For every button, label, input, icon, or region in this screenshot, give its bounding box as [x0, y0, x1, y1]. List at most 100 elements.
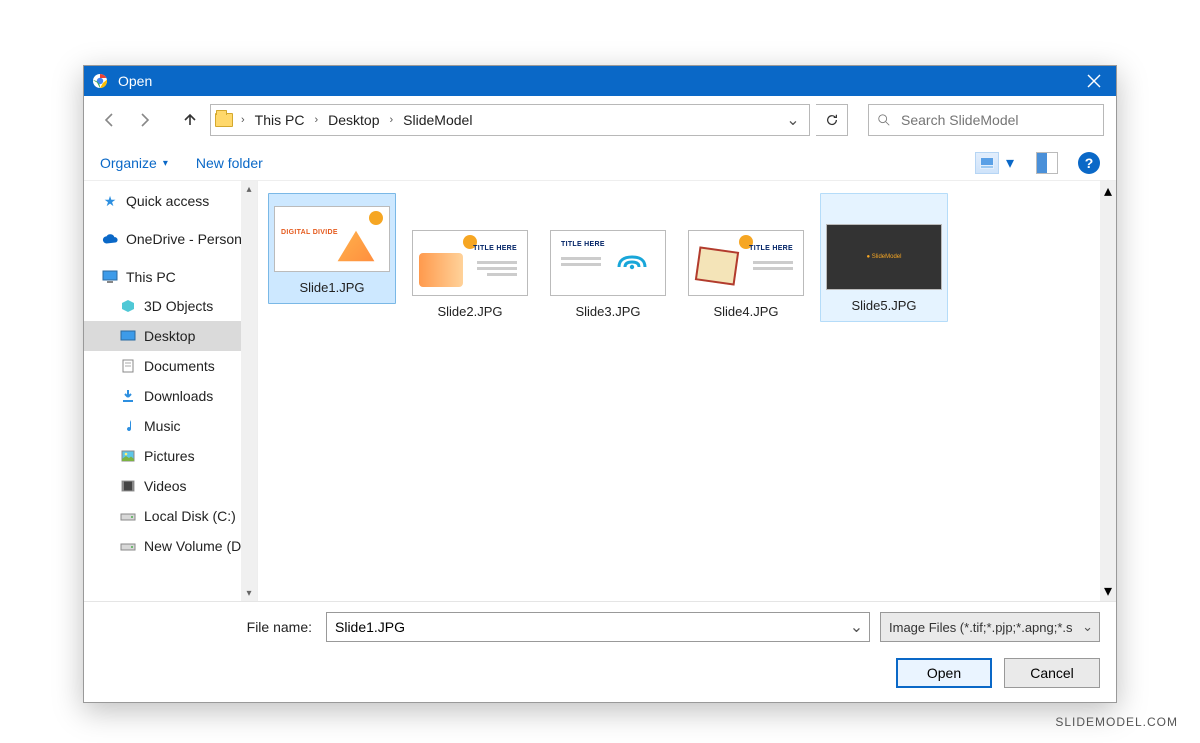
- quick-access-icon: ★: [102, 193, 118, 209]
- nav-label: Local Disk (C:): [144, 508, 236, 524]
- nav-label: New Volume (D:: [144, 538, 245, 554]
- nav-back-button[interactable]: [96, 106, 124, 134]
- preview-pane-toggle[interactable]: [1036, 152, 1058, 174]
- file-thumbnail: DIGITAL DIVIDE: [274, 206, 390, 272]
- nav-up-button[interactable]: [176, 106, 204, 134]
- open-button[interactable]: Open: [896, 658, 992, 688]
- drive-icon: [120, 538, 136, 554]
- nav-label: Desktop: [144, 328, 195, 344]
- breadcrumb-slidemodel[interactable]: SlideModel: [397, 105, 478, 135]
- scroll-up-icon[interactable]: ▴: [241, 181, 257, 197]
- nav-label: Documents: [144, 358, 215, 374]
- file-tile[interactable]: TITLE HERE Slide4.JPG: [682, 193, 810, 328]
- chrome-icon: [92, 73, 108, 89]
- scroll-down-icon[interactable]: ▾: [1104, 581, 1112, 601]
- desktop-icon: [120, 328, 136, 344]
- file-tile[interactable]: TITLE HERE Slide3.JPG: [544, 193, 672, 328]
- music-icon: [120, 418, 136, 434]
- chevron-right-icon: ›: [388, 114, 396, 126]
- nav-label: Downloads: [144, 388, 213, 404]
- file-thumbnail: TITLE HERE: [688, 230, 804, 296]
- nav-label: Videos: [144, 478, 187, 494]
- nav-label: OneDrive - Person: [126, 231, 242, 247]
- filename-dropdown[interactable]: ⌄: [843, 617, 869, 637]
- nav-music[interactable]: Music: [84, 411, 257, 441]
- nav-label: Pictures: [144, 448, 195, 464]
- address-bar-row: › This PC › Desktop › SlideModel ⌄: [84, 96, 1116, 142]
- refresh-button[interactable]: [816, 104, 848, 136]
- open-file-dialog: Open › This PC › Desktop › SlideModel ⌄: [83, 65, 1117, 703]
- onedrive-icon: [102, 231, 118, 247]
- navigation-pane: ★ Quick access OneDrive - Person This PC…: [84, 181, 258, 601]
- file-name: Slide4.JPG: [683, 304, 809, 319]
- file-thumbnail: TITLE HERE: [550, 230, 666, 296]
- file-name: Slide1.JPG: [269, 280, 395, 295]
- filter-label: Image Files (*.tif;*.pjp;*.apng;*.s: [889, 620, 1073, 635]
- nav-desktop[interactable]: Desktop: [84, 321, 257, 351]
- help-button[interactable]: ?: [1078, 152, 1100, 174]
- nav-label: 3D Objects: [144, 298, 213, 314]
- breadcrumb-bar[interactable]: › This PC › Desktop › SlideModel ⌄: [210, 104, 810, 136]
- filename-field-wrapper: ⌄: [326, 612, 870, 642]
- nav-documents[interactable]: Documents: [84, 351, 257, 381]
- files-scrollbar[interactable]: ▴ ▾: [1100, 181, 1116, 601]
- view-thumbnails-button[interactable]: [975, 152, 999, 174]
- dialog-body: ★ Quick access OneDrive - Person This PC…: [84, 181, 1116, 602]
- nav-downloads[interactable]: Downloads: [84, 381, 257, 411]
- nav-label: Quick access: [126, 193, 209, 209]
- view-dropdown[interactable]: ▾: [1002, 152, 1018, 174]
- titlebar: Open: [84, 66, 1116, 96]
- file-list[interactable]: DIGITAL DIVIDE Slide1.JPG TITLE HERE Sli…: [258, 181, 1116, 601]
- search-input[interactable]: [899, 111, 1095, 129]
- nav-pictures[interactable]: Pictures: [84, 441, 257, 471]
- file-tile[interactable]: TITLE HERE Slide2.JPG: [406, 193, 534, 328]
- organize-menu[interactable]: Organize ▾: [100, 155, 168, 171]
- document-icon: [120, 358, 136, 374]
- download-icon: [120, 388, 136, 404]
- cube-icon: [120, 298, 136, 314]
- close-button[interactable]: [1072, 66, 1116, 96]
- nav-this-pc[interactable]: This PC: [84, 263, 257, 291]
- organize-label: Organize: [100, 155, 157, 171]
- dialog-title: Open: [118, 73, 152, 89]
- breadcrumb-desktop[interactable]: Desktop: [322, 105, 385, 135]
- filetype-filter[interactable]: Image Files (*.tif;*.pjp;*.apng;*.s ⌄: [880, 612, 1100, 642]
- thumb-text: TITLE HERE: [749, 245, 793, 252]
- nav-onedrive[interactable]: OneDrive - Person: [84, 225, 257, 253]
- toolbar: Organize ▾ New folder ▾ ?: [84, 142, 1116, 181]
- cancel-button[interactable]: Cancel: [1004, 658, 1100, 688]
- file-name: Slide5.JPG: [821, 298, 947, 313]
- breadcrumb-this-pc[interactable]: This PC: [249, 105, 311, 135]
- scroll-up-icon[interactable]: ▴: [1104, 181, 1112, 201]
- new-folder-button[interactable]: New folder: [196, 155, 263, 171]
- file-thumbnail: ● SlideModel: [826, 224, 942, 290]
- scroll-down-icon[interactable]: ▾: [241, 585, 257, 601]
- chevron-right-icon: ›: [312, 114, 320, 126]
- folder-icon: [215, 113, 233, 127]
- nav-scrollbar[interactable]: ▴ ▾: [241, 181, 257, 601]
- nav-label: Music: [144, 418, 181, 434]
- filename-input[interactable]: [327, 619, 843, 635]
- file-tile[interactable]: DIGITAL DIVIDE Slide1.JPG: [268, 193, 396, 304]
- thumb-text: TITLE HERE: [561, 241, 605, 248]
- file-name: Slide2.JPG: [407, 304, 533, 319]
- file-name: Slide3.JPG: [545, 304, 671, 319]
- nav-quick-access[interactable]: ★ Quick access: [84, 187, 257, 215]
- thumb-text: TITLE HERE: [473, 245, 517, 252]
- nav-new-volume-d[interactable]: New Volume (D:: [84, 531, 257, 561]
- breadcrumb-dropdown[interactable]: ⌄: [781, 110, 805, 130]
- search-box[interactable]: [868, 104, 1104, 136]
- nav-label: This PC: [126, 269, 176, 285]
- thumb-text: DIGITAL DIVIDE: [281, 229, 338, 236]
- pictures-icon: [120, 448, 136, 464]
- nav-3d-objects[interactable]: 3D Objects: [84, 291, 257, 321]
- chevron-down-icon: ⌄: [1082, 619, 1093, 635]
- watermark: SLIDEMODEL.COM: [1055, 715, 1178, 729]
- this-pc-icon: [102, 269, 118, 285]
- file-tile[interactable]: ● SlideModel Slide5.JPG: [820, 193, 948, 322]
- filename-label: File name:: [100, 619, 316, 635]
- nav-local-disk-c[interactable]: Local Disk (C:): [84, 501, 257, 531]
- nav-forward-button[interactable]: [130, 106, 158, 134]
- nav-videos[interactable]: Videos: [84, 471, 257, 501]
- chevron-right-icon: ›: [239, 114, 247, 126]
